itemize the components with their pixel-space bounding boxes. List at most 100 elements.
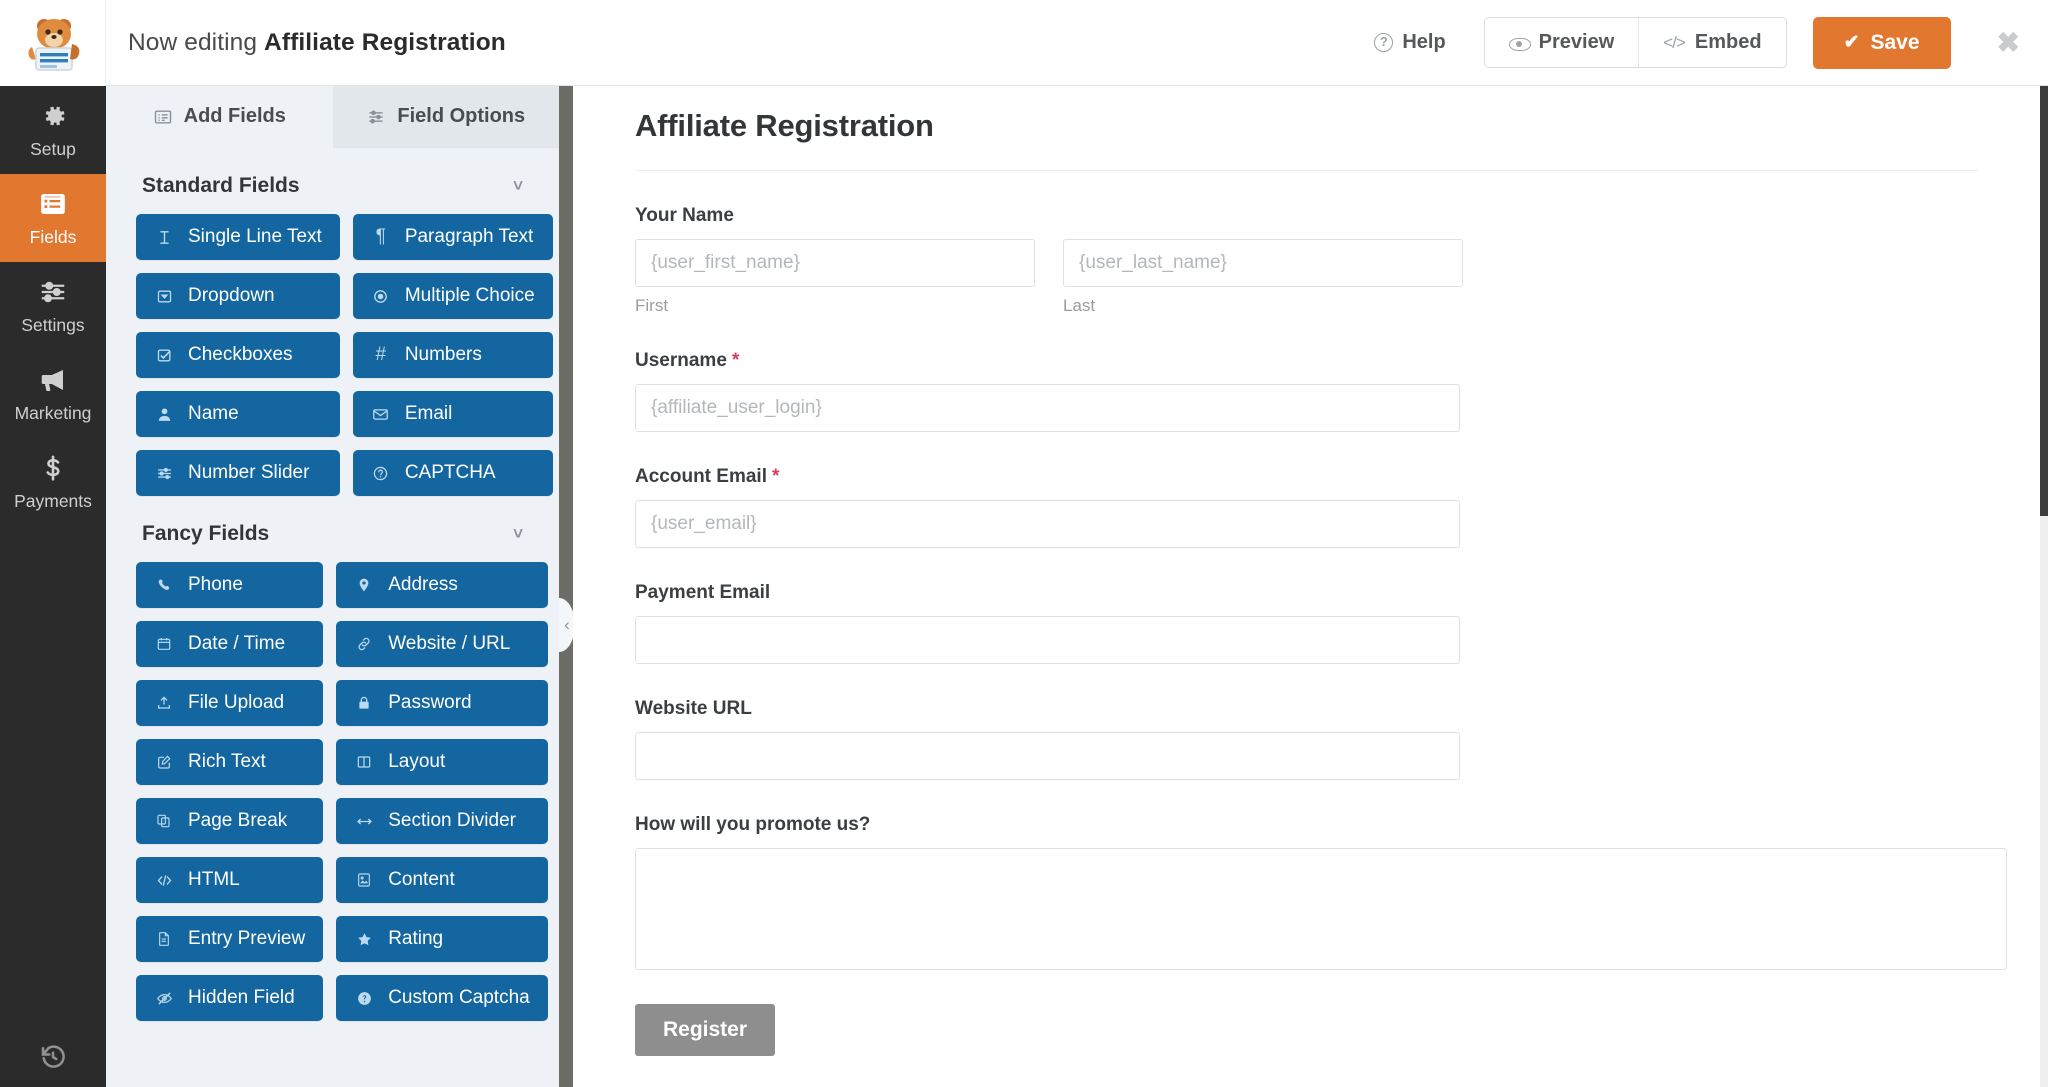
field-button-address[interactable]: Address (336, 562, 548, 608)
form-preview-title: Affiliate Registration (635, 108, 1978, 170)
account-email-input[interactable]: {user_email} (635, 500, 1460, 548)
field-label: Hidden Field (188, 987, 295, 1009)
register-submit-button[interactable]: Register (635, 1004, 775, 1056)
field-label-text: Your Name (635, 205, 734, 227)
section-header-fancy-fields[interactable]: Fancy Fields ˅ (106, 496, 559, 562)
field-button-file-upload[interactable]: File Upload (136, 680, 323, 726)
field-label: Numbers (405, 344, 482, 366)
scrollbar-thumb[interactable] (2040, 86, 2048, 516)
field-button-numbers[interactable]: # Numbers (353, 332, 553, 378)
sidebar-label-setup: Setup (30, 139, 76, 160)
field-button-password[interactable]: Password (336, 680, 548, 726)
field-button-multiple-choice[interactable]: Multiple Choice (353, 273, 553, 319)
field-button-html[interactable]: HTML (136, 857, 323, 903)
field-button-layout[interactable]: Layout (336, 739, 548, 785)
field-label: Rating (388, 928, 443, 950)
sidebar-item-settings[interactable]: Settings (0, 262, 106, 350)
standard-fields-grid: Single Line Text ¶ Paragraph Text Dropdo… (106, 214, 559, 496)
field-button-section-divider[interactable]: Section Divider (336, 798, 548, 844)
field-button-paragraph-text[interactable]: ¶ Paragraph Text (353, 214, 553, 260)
field-button-date-time[interactable]: Date / Time (136, 621, 323, 667)
payment-email-input[interactable] (635, 616, 1460, 664)
revision-history-button[interactable] (0, 1041, 106, 1073)
username-input[interactable]: {affiliate_user_login} (635, 384, 1460, 432)
preview-button[interactable]: Preview (1485, 18, 1639, 67)
preview-label: Preview (1539, 31, 1615, 54)
field-label: Custom Captcha (388, 987, 530, 1009)
field-label: Layout (388, 751, 445, 773)
field-label: Email (405, 403, 453, 425)
field-label-text: Username (635, 350, 727, 372)
field-button-content[interactable]: Content (336, 857, 548, 903)
page-title: Now editing Affiliate Registration (128, 29, 506, 57)
form-field-your-name[interactable]: Your Name {user_first_name} First {user_… (635, 205, 1978, 316)
field-button-checkboxes[interactable]: Checkboxes (136, 332, 340, 378)
user-icon (154, 406, 174, 423)
form-field-promote[interactable]: How will you promote us? (635, 814, 1978, 970)
upload-icon (154, 695, 174, 711)
field-button-phone[interactable]: Phone (136, 562, 323, 608)
field-button-rich-text[interactable]: Rich Text (136, 739, 323, 785)
sidebar-item-setup[interactable]: Setup (0, 86, 106, 174)
field-button-website-url[interactable]: Website / URL (336, 621, 548, 667)
field-button-name[interactable]: Name (136, 391, 340, 437)
tab-add-fields[interactable]: Add Fields (106, 86, 333, 148)
panel-tabs: Add Fields Field Options (106, 86, 559, 148)
form-field-website-url[interactable]: Website URL (635, 698, 1978, 780)
field-label: Username * (635, 350, 1978, 372)
field-button-rating[interactable]: Rating (336, 916, 548, 962)
fancy-fields-grid: Phone Address (106, 562, 559, 1021)
required-marker: * (732, 350, 739, 372)
embed-button[interactable]: </> Embed (1638, 18, 1785, 67)
lock-icon (354, 695, 374, 711)
field-button-dropdown[interactable]: Dropdown (136, 273, 340, 319)
last-name-input[interactable]: {user_last_name} (1063, 239, 1463, 287)
editing-prefix: Now editing (128, 29, 257, 56)
eye-icon (1509, 33, 1529, 53)
sidebar-item-marketing[interactable]: Marketing (0, 350, 106, 438)
field-label-text: Account Email (635, 466, 767, 488)
arrows-horizontal-icon (354, 813, 374, 830)
form-field-payment-email[interactable]: Payment Email (635, 582, 1978, 664)
sidebar-label-settings: Settings (21, 315, 84, 336)
columns-icon (354, 754, 374, 770)
question-circle-icon (354, 990, 374, 1007)
sidebar-item-payments[interactable]: Payments (0, 438, 106, 526)
field-label: Phone (188, 574, 243, 596)
website-url-input[interactable] (635, 732, 1460, 780)
panel-content: Standard Fields ˅ Single Line Text ¶ Par… (106, 148, 559, 1021)
preview-scrollbar[interactable] (2040, 86, 2048, 1087)
field-button-page-break[interactable]: Page Break (136, 798, 323, 844)
builder-nav-rail: Setup Fields (0, 86, 106, 1087)
text-cursor-icon (154, 229, 174, 246)
field-label: Entry Preview (188, 928, 305, 950)
form-field-account-email[interactable]: Account Email * {user_email} (635, 466, 1978, 548)
form-field-username[interactable]: Username * {affiliate_user_login} (635, 350, 1978, 432)
section-title-standard: Standard Fields (142, 174, 300, 198)
field-label: Rich Text (188, 751, 266, 773)
save-button[interactable]: ✔ Save (1813, 17, 1951, 69)
field-label: Account Email * (635, 466, 1978, 488)
promote-textarea[interactable] (635, 848, 2007, 970)
field-button-email[interactable]: Email (353, 391, 553, 437)
last-name-sublabel: Last (1063, 296, 1463, 316)
field-button-entry-preview[interactable]: Entry Preview (136, 916, 323, 962)
first-name-input[interactable]: {user_first_name} (635, 239, 1035, 287)
radio-icon (371, 288, 391, 305)
tab-field-options[interactable]: Field Options (333, 86, 560, 148)
chevron-down-icon: ˅ (513, 524, 523, 544)
sidebar-item-fields[interactable]: Fields (0, 174, 106, 262)
field-button-number-slider[interactable]: Number Slider (136, 450, 340, 496)
field-button-hidden-field[interactable]: Hidden Field (136, 975, 323, 1021)
field-label: Password (388, 692, 471, 714)
close-icon[interactable]: ✖ (1987, 23, 2030, 63)
hash-icon: # (371, 344, 391, 366)
field-button-custom-captcha[interactable]: Custom Captcha (336, 975, 548, 1021)
help-button[interactable]: ? Help (1358, 21, 1461, 64)
code-icon: </> (1663, 33, 1685, 53)
field-button-captcha[interactable]: CAPTCHA (353, 450, 553, 496)
image-doc-icon (354, 872, 374, 888)
field-button-single-line-text[interactable]: Single Line Text (136, 214, 340, 260)
field-label: Page Break (188, 810, 287, 832)
section-header-standard-fields[interactable]: Standard Fields ˅ (106, 148, 559, 214)
